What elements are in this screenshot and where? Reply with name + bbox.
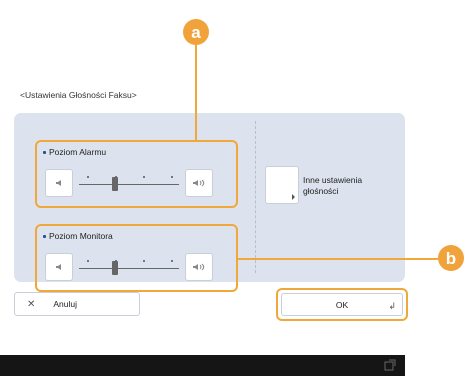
expand-corner-icon [292, 194, 295, 200]
callout-b-line [238, 258, 438, 260]
alarm-level-slider[interactable] [79, 168, 179, 198]
alarm-level-knob[interactable] [112, 177, 118, 191]
monitor-level-slider[interactable] [79, 252, 179, 282]
callout-a-line [195, 45, 197, 142]
ok-label: OK [335, 299, 349, 310]
speaker-low-icon [56, 264, 61, 270]
monitor-volume-down-button[interactable] [45, 253, 73, 281]
monitor-level-knob[interactable] [112, 261, 118, 275]
alarm-volume-down-button[interactable] [45, 169, 73, 197]
alarm-level-group: Poziom Alarmu [35, 140, 238, 208]
close-icon: ✕ [27, 298, 36, 310]
status-icon [384, 359, 396, 371]
alarm-volume-up-button[interactable] [185, 169, 213, 197]
panel-divider [255, 121, 256, 273]
speaker-low-icon [56, 180, 61, 186]
dialog-title: <Ustawienia Głośności Faksu> [20, 90, 137, 100]
cancel-button[interactable]: ✕ Anuluj [14, 292, 140, 316]
callout-b: b [438, 245, 464, 271]
ok-button[interactable]: OK ↲ [281, 293, 403, 316]
speaker-high-icon [193, 263, 205, 271]
enter-icon: ↲ [388, 301, 396, 311]
other-volume-settings-button[interactable] [265, 166, 299, 204]
monitor-level-label: Poziom Monitora [43, 231, 113, 241]
alarm-level-label: Poziom Alarmu [43, 147, 106, 157]
other-volume-settings-label: Inne ustawienia głośności [303, 175, 363, 196]
status-bar [0, 355, 405, 376]
cancel-label: Anuluj [53, 299, 78, 309]
callout-a: a [183, 19, 209, 45]
speaker-high-icon [193, 179, 205, 187]
monitor-level-group: Poziom Monitora [35, 224, 238, 292]
monitor-volume-up-button[interactable] [185, 253, 213, 281]
